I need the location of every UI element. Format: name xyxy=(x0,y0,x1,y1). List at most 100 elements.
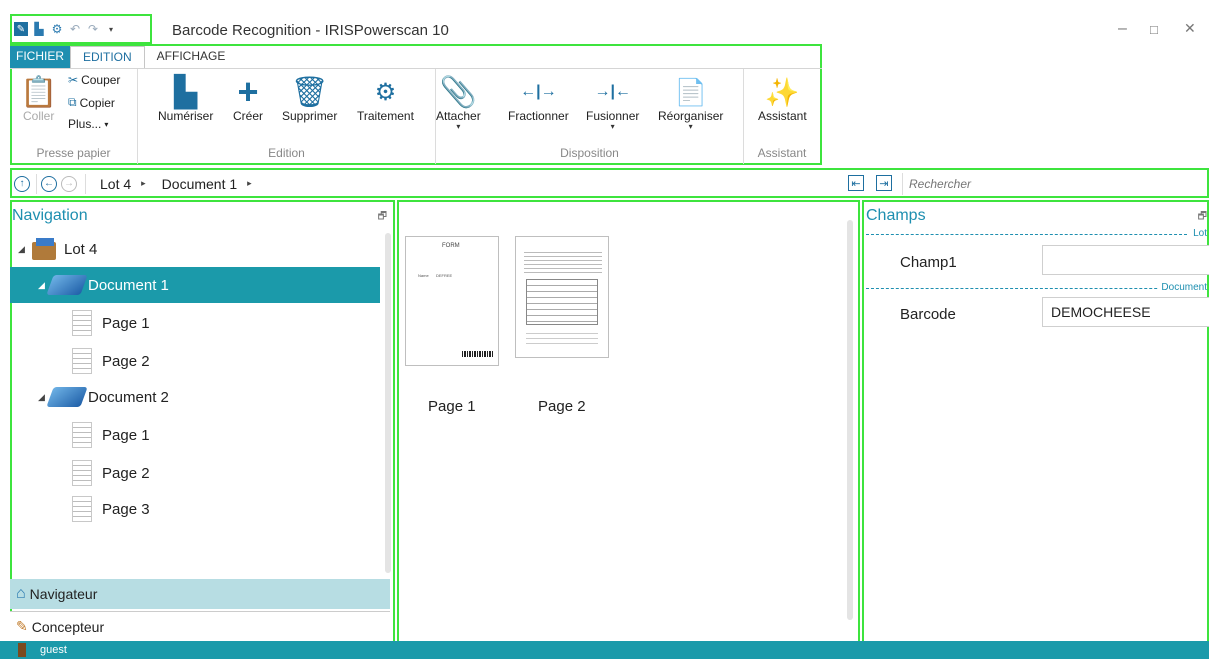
thumb-name-label: Name xyxy=(418,273,429,278)
edition-group: ▙ Numériser + Créer 🗑 Supprimer ⚙ Traite… xyxy=(138,69,436,164)
maximize-button[interactable]: □ xyxy=(1150,22,1158,37)
tab-navigator[interactable]: ⌂ Navigateur xyxy=(10,579,390,609)
up-icon[interactable]: ↑ xyxy=(14,175,30,192)
redo-icon[interactable]: ↷ xyxy=(86,22,100,36)
back-icon[interactable]: ← xyxy=(41,175,57,192)
merge-button[interactable]: →|← Fusionner ▾ xyxy=(586,75,639,131)
pencil-cup-icon: ✎ xyxy=(16,618,28,634)
title-bar: ✎ ▙ ⚙ ↶ ↷ ▾ Barcode Recognition - IRISPo… xyxy=(0,0,1209,44)
thumb-text-lines xyxy=(524,249,602,275)
quick-scan-icon[interactable]: ▙ xyxy=(32,22,46,36)
merge-dropdown-icon: ▾ xyxy=(610,122,615,131)
group-label-lot: Lot xyxy=(1190,228,1207,239)
breadcrumb-chevron-icon[interactable]: ▸ xyxy=(141,178,146,189)
address-bar: ↑ ← → Lot 4 ▸ Document 1 ▸ ⇤ ⇥ xyxy=(10,168,1209,198)
pages-pane: FORM Name DEFREE Page 1 Page 2 xyxy=(397,200,860,659)
tab-affichage[interactable]: AFFICHAGE xyxy=(145,46,238,68)
tree-item-page[interactable]: Page 1 xyxy=(10,417,380,453)
trash-icon: 🗑 xyxy=(290,75,329,109)
delete-button[interactable]: 🗑 Supprimer xyxy=(282,75,337,124)
collapse-left-icon[interactable]: ⇤ xyxy=(848,175,864,191)
barcode-label: Barcode xyxy=(900,306,956,323)
user-name: guest xyxy=(40,644,67,656)
document-book-icon xyxy=(46,275,88,295)
page-icon xyxy=(72,422,92,448)
search-input[interactable] xyxy=(902,173,1202,195)
reorganize-dropdown-icon: ▾ xyxy=(688,122,693,131)
assistant-group-label: Assistant xyxy=(757,146,807,160)
chevron-down-icon: ▾ xyxy=(104,119,109,129)
create-button[interactable]: + Créer xyxy=(233,71,263,123)
tree-item-page[interactable]: Page 1 xyxy=(10,305,380,341)
barcode-icon xyxy=(462,351,494,357)
tree-item-document-2[interactable]: ◢ Document 2 xyxy=(10,379,380,415)
wizard-button[interactable]: ✨ Assistant xyxy=(758,75,807,124)
quick-settings-icon[interactable]: ⚙ xyxy=(50,22,64,36)
cut-button[interactable]: ✂ Couper xyxy=(68,73,120,87)
attach-dropdown-icon: ▾ xyxy=(456,122,461,131)
thumb-footer-lines xyxy=(526,329,598,347)
window-title: Barcode Recognition - IRISPowerscan 10 xyxy=(172,22,449,39)
tree-item-page[interactable]: Page 2 xyxy=(10,343,380,379)
separator xyxy=(36,173,37,194)
close-button[interactable]: ✕ xyxy=(1184,20,1196,37)
layout-group-label: Disposition xyxy=(560,146,619,160)
page-thumbnail-1[interactable]: FORM Name DEFREE xyxy=(405,236,499,366)
group-divider xyxy=(866,288,1187,289)
batch-box-icon xyxy=(30,236,60,262)
paste-button[interactable]: 📋 Coller xyxy=(20,75,57,124)
home-icon: ⌂ xyxy=(16,585,26,602)
plus-icon: + xyxy=(237,71,259,112)
pin-icon[interactable]: 🗗 xyxy=(1198,209,1207,226)
minimize-button[interactable]: – xyxy=(1118,20,1127,38)
thumb-name-value: DEFREE xyxy=(436,273,453,278)
breadcrumb-lot[interactable]: Lot 4 xyxy=(100,176,131,192)
expand-triangle-icon[interactable]: ◢ xyxy=(18,244,30,255)
breadcrumb-document[interactable]: Document 1 xyxy=(162,176,237,192)
tab-edition[interactable]: EDITION xyxy=(70,46,145,68)
status-bar: guest xyxy=(0,641,1209,659)
undo-icon[interactable]: ↶ xyxy=(68,22,82,36)
process-button[interactable]: ⚙ Traitement xyxy=(357,75,414,124)
assistant-group: ✨ Assistant Assistant xyxy=(744,69,820,164)
tab-fichier[interactable]: FICHIER xyxy=(10,46,70,68)
ribbon-body: 📋 Coller ✂ Couper ⧉ Copier Plus... ▾ Pre… xyxy=(10,68,822,164)
scanner-icon: ▙ xyxy=(174,75,198,109)
reorganize-icon: 📄 xyxy=(674,76,707,107)
tab-designer[interactable]: ✎ Concepteur xyxy=(10,611,390,641)
thumb-form-heading: FORM xyxy=(442,243,460,249)
merge-icon: →|← xyxy=(594,83,631,100)
pages-scrollbar[interactable] xyxy=(847,220,853,620)
tree-item-lot[interactable]: ◢ Lot 4 xyxy=(10,231,380,267)
customize-dropdown-icon[interactable]: ▾ xyxy=(104,22,118,36)
breadcrumb-chevron-icon[interactable]: ▸ xyxy=(247,178,252,189)
clipboard-group: 📋 Coller ✂ Couper ⧉ Copier Plus... ▾ Pre… xyxy=(10,69,138,164)
page-icon xyxy=(72,496,92,522)
split-icon: ←|→ xyxy=(520,83,557,100)
more-button[interactable]: Plus... ▾ xyxy=(68,117,108,131)
champ1-input[interactable] xyxy=(1042,245,1209,275)
tree-item-page[interactable]: Page 3 xyxy=(10,491,380,527)
user-icon xyxy=(18,643,26,657)
page-icon xyxy=(72,310,92,336)
quick-pencil-icon[interactable]: ✎ xyxy=(14,22,28,36)
page-icon xyxy=(72,460,92,486)
page-thumbnail-label: Page 2 xyxy=(538,398,586,415)
copy-button[interactable]: ⧉ Copier xyxy=(68,95,115,110)
pin-icon[interactable]: 🗗 xyxy=(378,209,387,226)
navigation-scrollbar[interactable] xyxy=(385,233,391,573)
copy-icon: ⧉ xyxy=(68,95,77,109)
tree-item-document-1[interactable]: ◢ Document 1 xyxy=(10,267,380,303)
attach-button[interactable]: 📎 Attacher ▾ xyxy=(436,75,481,131)
forward-icon[interactable]: → xyxy=(61,175,77,192)
page-thumbnail-2[interactable] xyxy=(515,236,609,358)
split-button[interactable]: ←|→ Fractionner xyxy=(508,75,569,123)
tree-item-page[interactable]: Page 2 xyxy=(10,455,380,491)
barcode-input[interactable] xyxy=(1042,297,1209,327)
reorganize-button[interactable]: 📄 Réorganiser ▾ xyxy=(658,75,723,131)
scan-button[interactable]: ▙ Numériser xyxy=(158,75,213,124)
group-label-document: Document xyxy=(1158,282,1207,293)
collapse-right-icon[interactable]: ⇥ xyxy=(876,175,892,191)
separator xyxy=(85,173,86,194)
fields-pane: Champs 🗗 Lot Champ1 Document Barcode xyxy=(862,200,1209,659)
